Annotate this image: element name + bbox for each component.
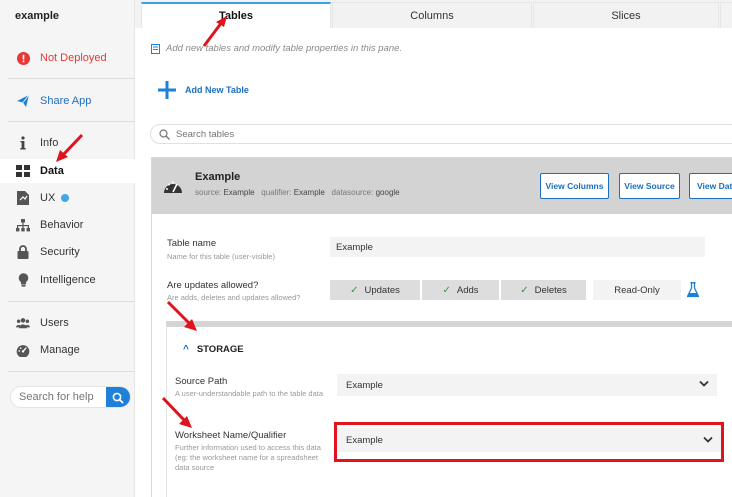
sidebar-item-manage[interactable]: Manage <box>0 338 135 362</box>
check-icon: ✓ <box>442 284 451 296</box>
tab-tables[interactable]: Tables <box>141 2 331 28</box>
sidebar-item-intelligence[interactable]: Intelligence <box>0 268 135 292</box>
divider <box>8 121 135 122</box>
app-name: example <box>15 10 60 22</box>
highlight-box <box>334 422 724 462</box>
table-name-label: Table name <box>167 238 217 249</box>
qualifier-value: Example <box>293 188 325 197</box>
adds-toggle-label: Adds <box>456 284 479 296</box>
tab-more[interactable] <box>720 2 732 28</box>
sidebar-item-label: Intelligence <box>40 274 96 286</box>
help-search-input[interactable] <box>11 391 107 403</box>
storage-title: STORAGE <box>196 344 244 355</box>
divider <box>8 78 135 79</box>
search-tables <box>150 124 732 144</box>
dashboard-icon <box>16 343 30 357</box>
lock-icon <box>16 245 30 259</box>
search-tables-input[interactable] <box>176 128 696 140</box>
help-search <box>10 386 131 408</box>
sidebar-item-label: Behavior <box>40 219 84 231</box>
table-title: Example <box>195 171 241 183</box>
arrow-annotation <box>161 396 192 428</box>
worksheet-desc: Further information used to access this … <box>175 443 321 472</box>
arrow-annotation <box>56 133 84 162</box>
storage-toggle[interactable]: ^ STORAGE <box>183 344 244 355</box>
help-search-button[interactable] <box>106 387 130 407</box>
add-new-table-button[interactable]: Add New Table <box>158 81 249 99</box>
sidebar-item-label: Users <box>40 317 69 329</box>
pane-hint: Add new tables and modify table properti… <box>151 43 402 54</box>
storage-section: ^ STORAGE Source Path A user-understanda… <box>166 321 732 497</box>
share-app-link[interactable]: Share App <box>0 89 135 113</box>
sidebar: example Not Deployed Share App Info Data… <box>0 0 135 497</box>
deletes-toggle[interactable]: ✓ Deletes <box>501 280 586 300</box>
sidebar-item-ux[interactable]: UX <box>0 186 135 210</box>
plus-icon <box>158 81 176 99</box>
source-path-label: Source Path <box>175 376 228 387</box>
gauge-icon <box>164 181 182 193</box>
tab-columns[interactable]: Columns <box>332 2 532 28</box>
table-card-header[interactable]: Example source: Example qualifier: Examp… <box>152 158 732 214</box>
qualifier-label: qualifier: <box>261 188 292 197</box>
search-icon <box>159 128 170 140</box>
read-only-toggle[interactable]: Read-Only <box>593 280 681 300</box>
arrow-annotation <box>202 16 227 47</box>
tab-slices[interactable]: Slices <box>533 2 719 28</box>
share-app-label: Share App <box>40 95 92 107</box>
users-icon <box>16 316 30 330</box>
divider <box>8 301 135 302</box>
deploy-status-label: Not Deployed <box>40 52 107 64</box>
source-label: source: <box>195 188 222 197</box>
source-path-select[interactable]: Example <box>337 374 717 396</box>
ux-badge-dot <box>61 194 70 202</box>
info-icon <box>16 136 30 150</box>
divider <box>8 371 135 372</box>
view-data-button[interactable]: View Data <box>689 173 732 199</box>
check-icon: ✓ <box>520 284 529 296</box>
hierarchy-icon <box>16 218 30 232</box>
adds-toggle[interactable]: ✓ Adds <box>422 280 499 300</box>
bulb-icon <box>16 273 30 287</box>
sidebar-item-security[interactable]: Security <box>0 240 135 264</box>
send-icon <box>16 94 30 108</box>
alert-icon <box>16 51 30 65</box>
grid-icon <box>16 164 30 178</box>
sidebar-item-behavior[interactable]: Behavior <box>0 213 135 237</box>
chevron-up-icon: ^ <box>183 344 189 355</box>
deletes-toggle-label: Deletes <box>534 284 567 296</box>
view-columns-button[interactable]: View Columns <box>540 173 609 199</box>
chevron-down-icon <box>699 380 709 387</box>
sidebar-item-users[interactable]: Users <box>0 311 135 335</box>
source-path-desc: A user-understandable path to the table … <box>175 389 324 398</box>
source-value: Example <box>223 188 255 197</box>
sidebar-item-label: Data <box>40 165 64 177</box>
search-icon <box>112 392 124 404</box>
updates-toggle[interactable]: ✓ Updates <box>330 280 420 300</box>
view-source-button[interactable]: View Source <box>619 173 680 199</box>
arrow-annotation <box>166 300 197 331</box>
updates-label: Are updates allowed? <box>167 280 259 291</box>
sidebar-item-label: UX <box>40 192 56 204</box>
worksheet-label: Worksheet Name/Qualifier <box>175 430 287 441</box>
add-new-table-label: Add New Table <box>185 85 249 95</box>
datasource-value: google <box>375 188 400 197</box>
datasource-label: datasource: <box>331 188 374 197</box>
sidebar-item-label: Manage <box>40 344 80 356</box>
table-name-desc: Name for this table (user-visible) <box>167 252 275 261</box>
book-icon <box>151 43 160 54</box>
deploy-status[interactable]: Not Deployed <box>0 46 135 70</box>
table-meta: source: Example qualifier: Example datas… <box>195 188 400 197</box>
updates-toggle-label: Updates <box>364 284 400 296</box>
ux-icon <box>16 191 30 205</box>
table-name-input[interactable] <box>330 237 705 257</box>
sidebar-item-label: Security <box>40 246 80 258</box>
check-icon: ✓ <box>350 284 359 296</box>
source-path-value: Example <box>346 379 383 391</box>
flask-icon[interactable] <box>687 282 699 298</box>
